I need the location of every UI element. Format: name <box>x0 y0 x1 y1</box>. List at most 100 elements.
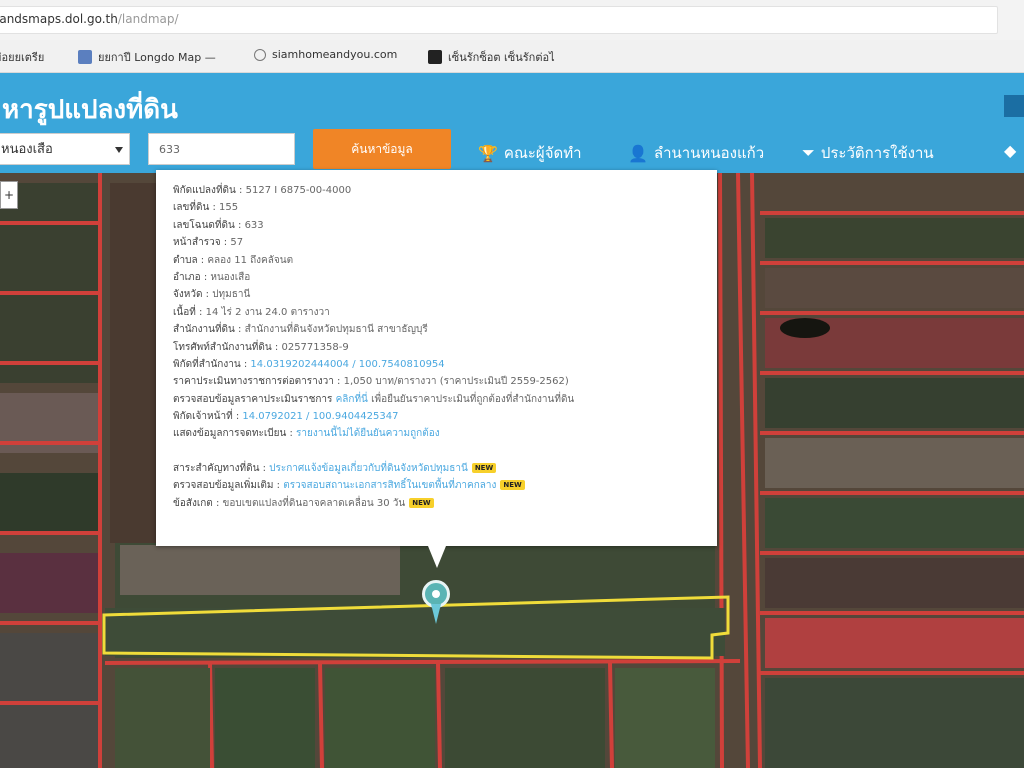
bookmark-label: siamhomeandyou.com <box>272 48 398 61</box>
pin-dot <box>432 590 440 598</box>
bookmark-item-1[interactable]: ข่อยยเตรีย <box>0 48 44 66</box>
announcement-link[interactable]: ประกาศแจ้งข้อมูลเกี่ยวกับที่ดินจังหวัดปท… <box>269 463 468 474</box>
map-icon <box>78 50 92 64</box>
info-row: แสดงข้อมูลการจดทะเบียน : รายงานนี้ไม่ได้… <box>173 428 440 440</box>
parcel-number-input[interactable]: 633 <box>148 133 295 165</box>
globe-icon <box>254 48 266 61</box>
pin-tail <box>431 604 441 624</box>
new-badge: NEW <box>471 462 497 473</box>
nav-label: ประวัติการใช้งาน <box>820 144 934 162</box>
coordinate-link[interactable]: 14.0792021 / 100.9404425347 <box>242 411 398 422</box>
row-label: โทรศัพท์สำนักงานที่ดิน <box>173 341 272 353</box>
nav-item-extra[interactable]: ◆ <box>1004 141 1016 160</box>
coordinate-link[interactable]: 14.0319202444004 / 100.7540810954 <box>250 359 444 370</box>
row-value: ปทุมธานี <box>212 289 251 301</box>
row-value: 633 <box>244 219 264 231</box>
info-row: เลขโฉนดที่ดิน : 633 <box>173 219 264 231</box>
bookmark-label: เซ็นรักซ็อต เซ็นรักต่อไ <box>448 51 555 64</box>
registration-link[interactable]: รายงานนี้ไม่ได้ยืนยันความถูกต้อง <box>296 428 440 439</box>
browser-url-bar[interactable]: landsmaps.dol.go.th/landmap/ <box>0 0 1024 41</box>
row-label: อำเภอ <box>173 271 201 283</box>
info-row: สาระสำคัญทางที่ดิน : ประกาศแจ้งข้อมูลเกี… <box>173 460 703 477</box>
info-row: หน้าสำรวจ : 57 <box>173 237 244 249</box>
bookmark-label: ยยกาปี Longdo Map — <box>98 51 216 64</box>
info-row: อำเภอ : หนองเสือ <box>173 271 251 283</box>
map-zoom-control[interactable]: + <box>0 181 18 209</box>
row-label: เนื้อที่ <box>173 306 196 318</box>
bookmarks-bar: ข่อยยเตรีย ยยกาปี Longdo Map — siamhomea… <box>0 40 1024 73</box>
search-button[interactable]: ค้นหาข้อมูล <box>313 129 451 169</box>
row-spacer <box>173 443 703 460</box>
bookmark-item-2[interactable]: ยยกาปี Longdo Map — <box>78 48 216 66</box>
corner-menu-button[interactable] <box>1004 95 1024 117</box>
row-value: คลอง 11 ถึงคลัจนต <box>207 254 294 266</box>
info-row: พิกัดแปลงที่ดิน : 5127 I 6875-00-4000 <box>173 185 352 196</box>
row-value: 57 <box>230 237 244 249</box>
row-label: ตรวจสอบข้อมูลราคาประเมินราชการ <box>173 393 333 405</box>
info-row: จังหวัด : ปทุมธานี <box>173 289 251 301</box>
province-select[interactable]: หนองเสือ <box>0 133 130 165</box>
row-label: เลขที่ดิน <box>173 202 210 214</box>
row-label: จังหวัด <box>173 289 203 301</box>
row-label: เลขโฉนดที่ดิน <box>173 219 235 231</box>
row-value: 5127 I 6875-00-4000 <box>245 185 352 196</box>
popup-rows: พิกัดแปลงที่ดิน : 5127 I 6875-00-4000 เล… <box>173 182 703 512</box>
info-row: โทรศัพท์สำนักงานที่ดิน : 025771358-9 <box>173 341 349 353</box>
user-icon: 👤 <box>628 143 648 163</box>
row-label: สำนักงานที่ดิน <box>173 324 235 336</box>
row-value: สำนักงานที่ดินจังหวัดปทุมธานี สาขาธัญบุร… <box>244 324 428 336</box>
new-badge: NEW <box>409 497 434 508</box>
bookmark-item-3[interactable]: siamhomeandyou.com <box>254 48 397 61</box>
chevron-down-icon <box>115 147 123 153</box>
info-row: ราคาประเมินทางราชการต่อตารางวา : 1,050 บ… <box>173 376 569 388</box>
row-label: หน้าสำรวจ <box>173 237 221 249</box>
row-label: พิกัดเจ้าหน้าที่ <box>173 411 233 423</box>
row-value: หนองเสือ <box>210 271 251 283</box>
tag-icon: ◆ <box>1004 141 1017 160</box>
nav-item-team[interactable]: 🏆 คณะผู้จัดทำ <box>478 141 582 165</box>
row-label: สาระสำคัญทางที่ดิน <box>173 462 260 474</box>
info-row: ตำบล : คลอง 11 ถึงคลัจนต <box>173 254 294 266</box>
filter-icon: ⏷ <box>802 143 815 162</box>
parcel-info-popup: พิกัดแปลงที่ดิน : 5127 I 6875-00-4000 เล… <box>156 170 717 546</box>
row-label: พิกัดที่สำนักงาน <box>173 358 241 370</box>
page-title: หารูปแปลงที่ดิน <box>2 95 178 125</box>
row-label: แสดงข้อมูลการจดทะเบียน <box>173 428 287 440</box>
info-row: ตรวจสอบข้อมูลราคาประเมินราชการ คลิกที่นี… <box>173 391 703 408</box>
nav-item-contact[interactable]: 👤 ลำนานหนองแก้ว <box>628 141 764 165</box>
row-value: เพื่อยืนยันราคาประเมินที่ถูกต้องที่สำนัก… <box>371 393 575 405</box>
status-check-link[interactable]: ตรวจสอบสถานะเอกสารสิทธิ์ในเขตพื้นที่ภาคก… <box>283 480 496 491</box>
row-label: ข้อสังเกต <box>173 497 213 509</box>
row-label: ราคาประเมินทางราชการต่อตารางวา <box>173 376 334 388</box>
row-label: ตำบล <box>173 254 198 266</box>
row-value: 025771358-9 <box>281 341 349 353</box>
info-row: ข้อสังเกต : ขอบเขตแปลงที่ดินอาจคลาดเคลื่… <box>173 495 703 512</box>
click-here-link[interactable]: คลิกที่นี่ <box>336 394 368 405</box>
url-host: landsmaps.dol.go.th <box>0 12 118 26</box>
url-path: /landmap/ <box>117 12 179 26</box>
address-text: landsmaps.dol.go.th/landmap/ <box>0 12 179 26</box>
info-row: ตรวจสอบข้อมูลเพิ่มเติม : ตรวจสอบสถานะเอก… <box>173 477 703 494</box>
info-row: เลขที่ดิน : 155 <box>173 202 239 214</box>
popup-pointer <box>428 546 446 568</box>
info-row: พิกัดเจ้าหน้าที่ : 14.0792021 / 100.9404… <box>173 411 399 423</box>
select-value: หนองเสือ <box>1 142 53 157</box>
bookmark-item-4[interactable]: เซ็นรักซ็อต เซ็นรักต่อไ <box>428 48 555 66</box>
info-row: สำนักงานที่ดิน : สำนักงานที่ดินจังหวัดปท… <box>173 324 428 336</box>
row-label: พิกัดแปลงที่ดิน <box>173 185 236 196</box>
bookmark-label: ข่อยยเตรีย <box>0 51 45 64</box>
app-header: หารูปแปลงที่ดิน หนองเสือ 633 ค้นหาข้อมูล… <box>0 73 1024 173</box>
info-row: พิกัดที่สำนักงาน : 14.0319202444004 / 10… <box>173 358 445 370</box>
new-badge: NEW <box>500 480 525 491</box>
row-value: ขอบเขตแปลงที่ดินอาจคลาดเคลื่อน 30 วัน <box>222 497 406 509</box>
row-label: ตรวจสอบข้อมูลเพิ่มเติม <box>173 480 274 492</box>
info-row: เนื้อที่ : 14 ไร่ 2 งาน 24.0 ตารางวา <box>173 306 330 318</box>
row-value: 1,050 บาท/ตารางวา (ราคาประเมินปี 2559-25… <box>343 376 569 388</box>
row-value: 155 <box>219 202 239 214</box>
nav-label: คณะผู้จัดทำ <box>503 144 582 162</box>
row-value: 14 ไร่ 2 งาน 24.0 ตารางวา <box>205 306 330 318</box>
site-icon <box>428 50 442 64</box>
trophy-icon: 🏆 <box>478 143 498 163</box>
nav-label: ลำนานหนองแก้ว <box>653 144 765 162</box>
nav-item-history[interactable]: ⏷ ประวัติการใช้งาน <box>802 141 934 165</box>
